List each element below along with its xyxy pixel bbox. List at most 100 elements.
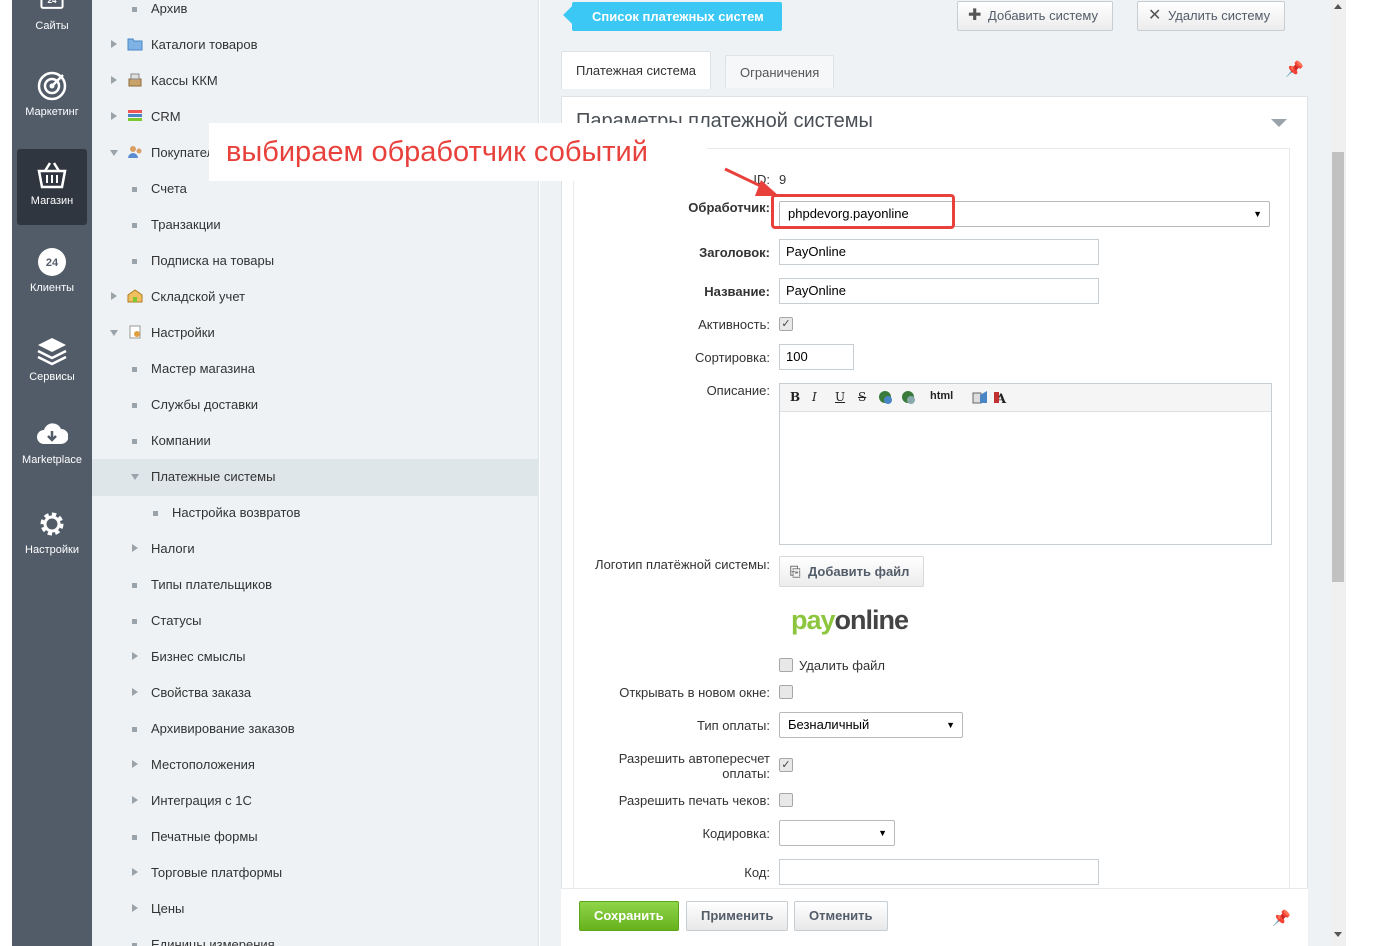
expand-arrow-icon[interactable] (132, 868, 138, 876)
autorecalc-checkbox[interactable]: ✓ (779, 758, 793, 772)
tree-item-payment-systems[interactable]: Платежные системы (92, 459, 539, 496)
tree-item-order-props[interactable]: Свойства заказа (92, 675, 539, 711)
svg-text:24: 24 (46, 257, 59, 269)
annotation-highlight-frame (771, 194, 955, 229)
link-icon[interactable] (878, 390, 893, 405)
apply-button[interactable]: Применить (686, 901, 789, 931)
delete-file-checkbox[interactable] (779, 658, 793, 672)
payment-systems-list-button[interactable]: Список платежных систем (572, 2, 782, 31)
font-icon[interactable]: A (994, 390, 1012, 405)
tree-item-label: Печатные формы (151, 829, 258, 844)
pin-icon[interactable]: 📌 (1285, 60, 1304, 78)
nav-item-settings[interactable]: Настройки (12, 508, 92, 556)
collapse-arrow-icon[interactable] (110, 150, 118, 156)
strike-button[interactable]: S (858, 390, 866, 404)
bold-button[interactable]: B (790, 390, 800, 404)
tree-item-archive[interactable]: Архив (92, 0, 539, 27)
html-mode-button[interactable]: html (930, 390, 953, 402)
settings-doc-icon (129, 325, 141, 339)
tree-item-kkm[interactable]: Кассы ККМ (92, 63, 539, 99)
scroll-up-icon[interactable] (1334, 4, 1342, 9)
scroll-down-icon[interactable] (1334, 932, 1342, 937)
add-system-button[interactable]: ✚ Добавить систему (957, 1, 1113, 31)
expand-arrow-icon[interactable] (132, 904, 138, 912)
tree-item-payer-types[interactable]: Типы плательщиков (92, 567, 539, 603)
new-window-checkbox[interactable] (779, 685, 793, 699)
tree-item-taxes[interactable]: Налоги (92, 531, 539, 567)
tree-item-shop-wizard[interactable]: Мастер магазина (92, 351, 539, 387)
name-input[interactable]: PayOnline (779, 278, 1099, 304)
expand-arrow-icon[interactable] (111, 112, 117, 120)
tree-item-statuses[interactable]: Статусы (92, 603, 539, 639)
italic-button[interactable]: I (812, 390, 817, 404)
tree-item-business-meanings[interactable]: Бизнес смыслы (92, 639, 539, 675)
code-input[interactable] (779, 859, 1099, 885)
chevron-down-icon: ▼ (878, 828, 887, 838)
encoding-label: Кодировка: (702, 826, 770, 841)
collapse-icon[interactable] (1271, 119, 1287, 127)
add-file-button[interactable]: ⎘ Добавить файл (779, 556, 925, 587)
tree-item-transactions[interactable]: Транзакции (92, 207, 539, 243)
collapse-arrow-icon[interactable] (131, 474, 139, 480)
tree-item-label: Настройка возвратов (172, 505, 301, 520)
nav-item-marketplace[interactable]: Marketplace (12, 418, 92, 466)
add-system-label: Добавить систему (988, 8, 1098, 23)
tree-item-units[interactable]: Единицы измерения (92, 927, 539, 946)
nav-item-shop[interactable]: Магазин (17, 149, 87, 225)
collapse-arrow-icon[interactable] (110, 330, 118, 336)
unlink-icon[interactable] (901, 390, 916, 405)
tree-item-companies[interactable]: Компании (92, 423, 539, 459)
expand-arrow-icon[interactable] (132, 796, 138, 804)
tree-item-trade-platforms[interactable]: Торговые платформы (92, 855, 539, 891)
expand-arrow-icon[interactable] (111, 40, 117, 48)
underline-button[interactable]: U (835, 390, 845, 404)
cancel-button[interactable]: Отменить (794, 901, 888, 931)
expand-arrow-icon[interactable] (132, 760, 138, 768)
tree-item-delivery[interactable]: Службы доставки (92, 387, 539, 423)
annotation-arrow-icon (724, 167, 779, 196)
tree-item-prices[interactable]: Цены (92, 891, 539, 927)
encoding-select[interactable]: ▼ (779, 820, 895, 846)
pin-icon[interactable]: 📌 (1272, 909, 1291, 927)
scrollbar[interactable] (1330, 0, 1346, 946)
tree-item-label: Настройки (151, 325, 215, 340)
cloud-download-icon (37, 423, 68, 444)
nav-item-sites[interactable]: 24 Сайты (12, 0, 92, 32)
expand-arrow-icon[interactable] (132, 652, 138, 660)
nav-item-marketing[interactable]: Маркетинг (12, 70, 92, 118)
expand-arrow-icon[interactable] (111, 292, 117, 300)
app: { "leftnav": { "items": [ {"label": "Сай… (0, 0, 1379, 946)
paste-text-icon[interactable] (972, 390, 988, 405)
tree-item-warehouse[interactable]: Складской учет (92, 279, 539, 315)
bullet-icon (132, 583, 137, 588)
description-editor[interactable]: B I U S html A (779, 383, 1272, 545)
payonline-logo: payonline (791, 605, 909, 635)
tree-item-order-archiving[interactable]: Архивирование заказов (92, 711, 539, 747)
tree-item-label: Типы плательщиков (151, 577, 273, 592)
save-button[interactable]: Сохранить (579, 901, 679, 931)
pay-type-select[interactable]: Безналичный ▼ (779, 712, 963, 738)
header-input[interactable]: PayOnline (779, 239, 1099, 265)
scroll-thumb[interactable] (1332, 152, 1344, 582)
expand-arrow-icon[interactable] (111, 76, 117, 84)
tree-item-label: Компании (151, 433, 211, 448)
active-checkbox[interactable]: ✓ (779, 317, 793, 331)
tree-item-locations[interactable]: Местоположения (92, 747, 539, 783)
bullet-icon (132, 187, 137, 192)
tab-payment-system[interactable]: Платежная система (561, 51, 711, 89)
tree-item-print-forms[interactable]: Печатные формы (92, 819, 539, 855)
tree-item-refunds[interactable]: Настройка возвратов (92, 495, 539, 531)
tree-item-1c-integration[interactable]: Интеграция с 1С (92, 783, 539, 819)
tree-item-catalogs[interactable]: Каталоги товаров (92, 27, 539, 63)
delete-system-button[interactable]: ✕ Удалить систему (1137, 1, 1286, 31)
tree-item-subscriptions[interactable]: Подписка на товары (92, 243, 539, 279)
nav-item-clients[interactable]: 24 Клиенты (12, 246, 92, 294)
tree-item-settings[interactable]: Настройки (92, 315, 539, 351)
nav-item-services[interactable]: Сервисы (12, 335, 92, 383)
sort-input[interactable]: 100 (779, 344, 854, 370)
tab-restrictions[interactable]: Ограничения (725, 55, 835, 88)
print-checks-checkbox[interactable] (779, 793, 793, 807)
target-icon (37, 71, 67, 101)
expand-arrow-icon[interactable] (132, 544, 138, 552)
expand-arrow-icon[interactable] (132, 688, 138, 696)
